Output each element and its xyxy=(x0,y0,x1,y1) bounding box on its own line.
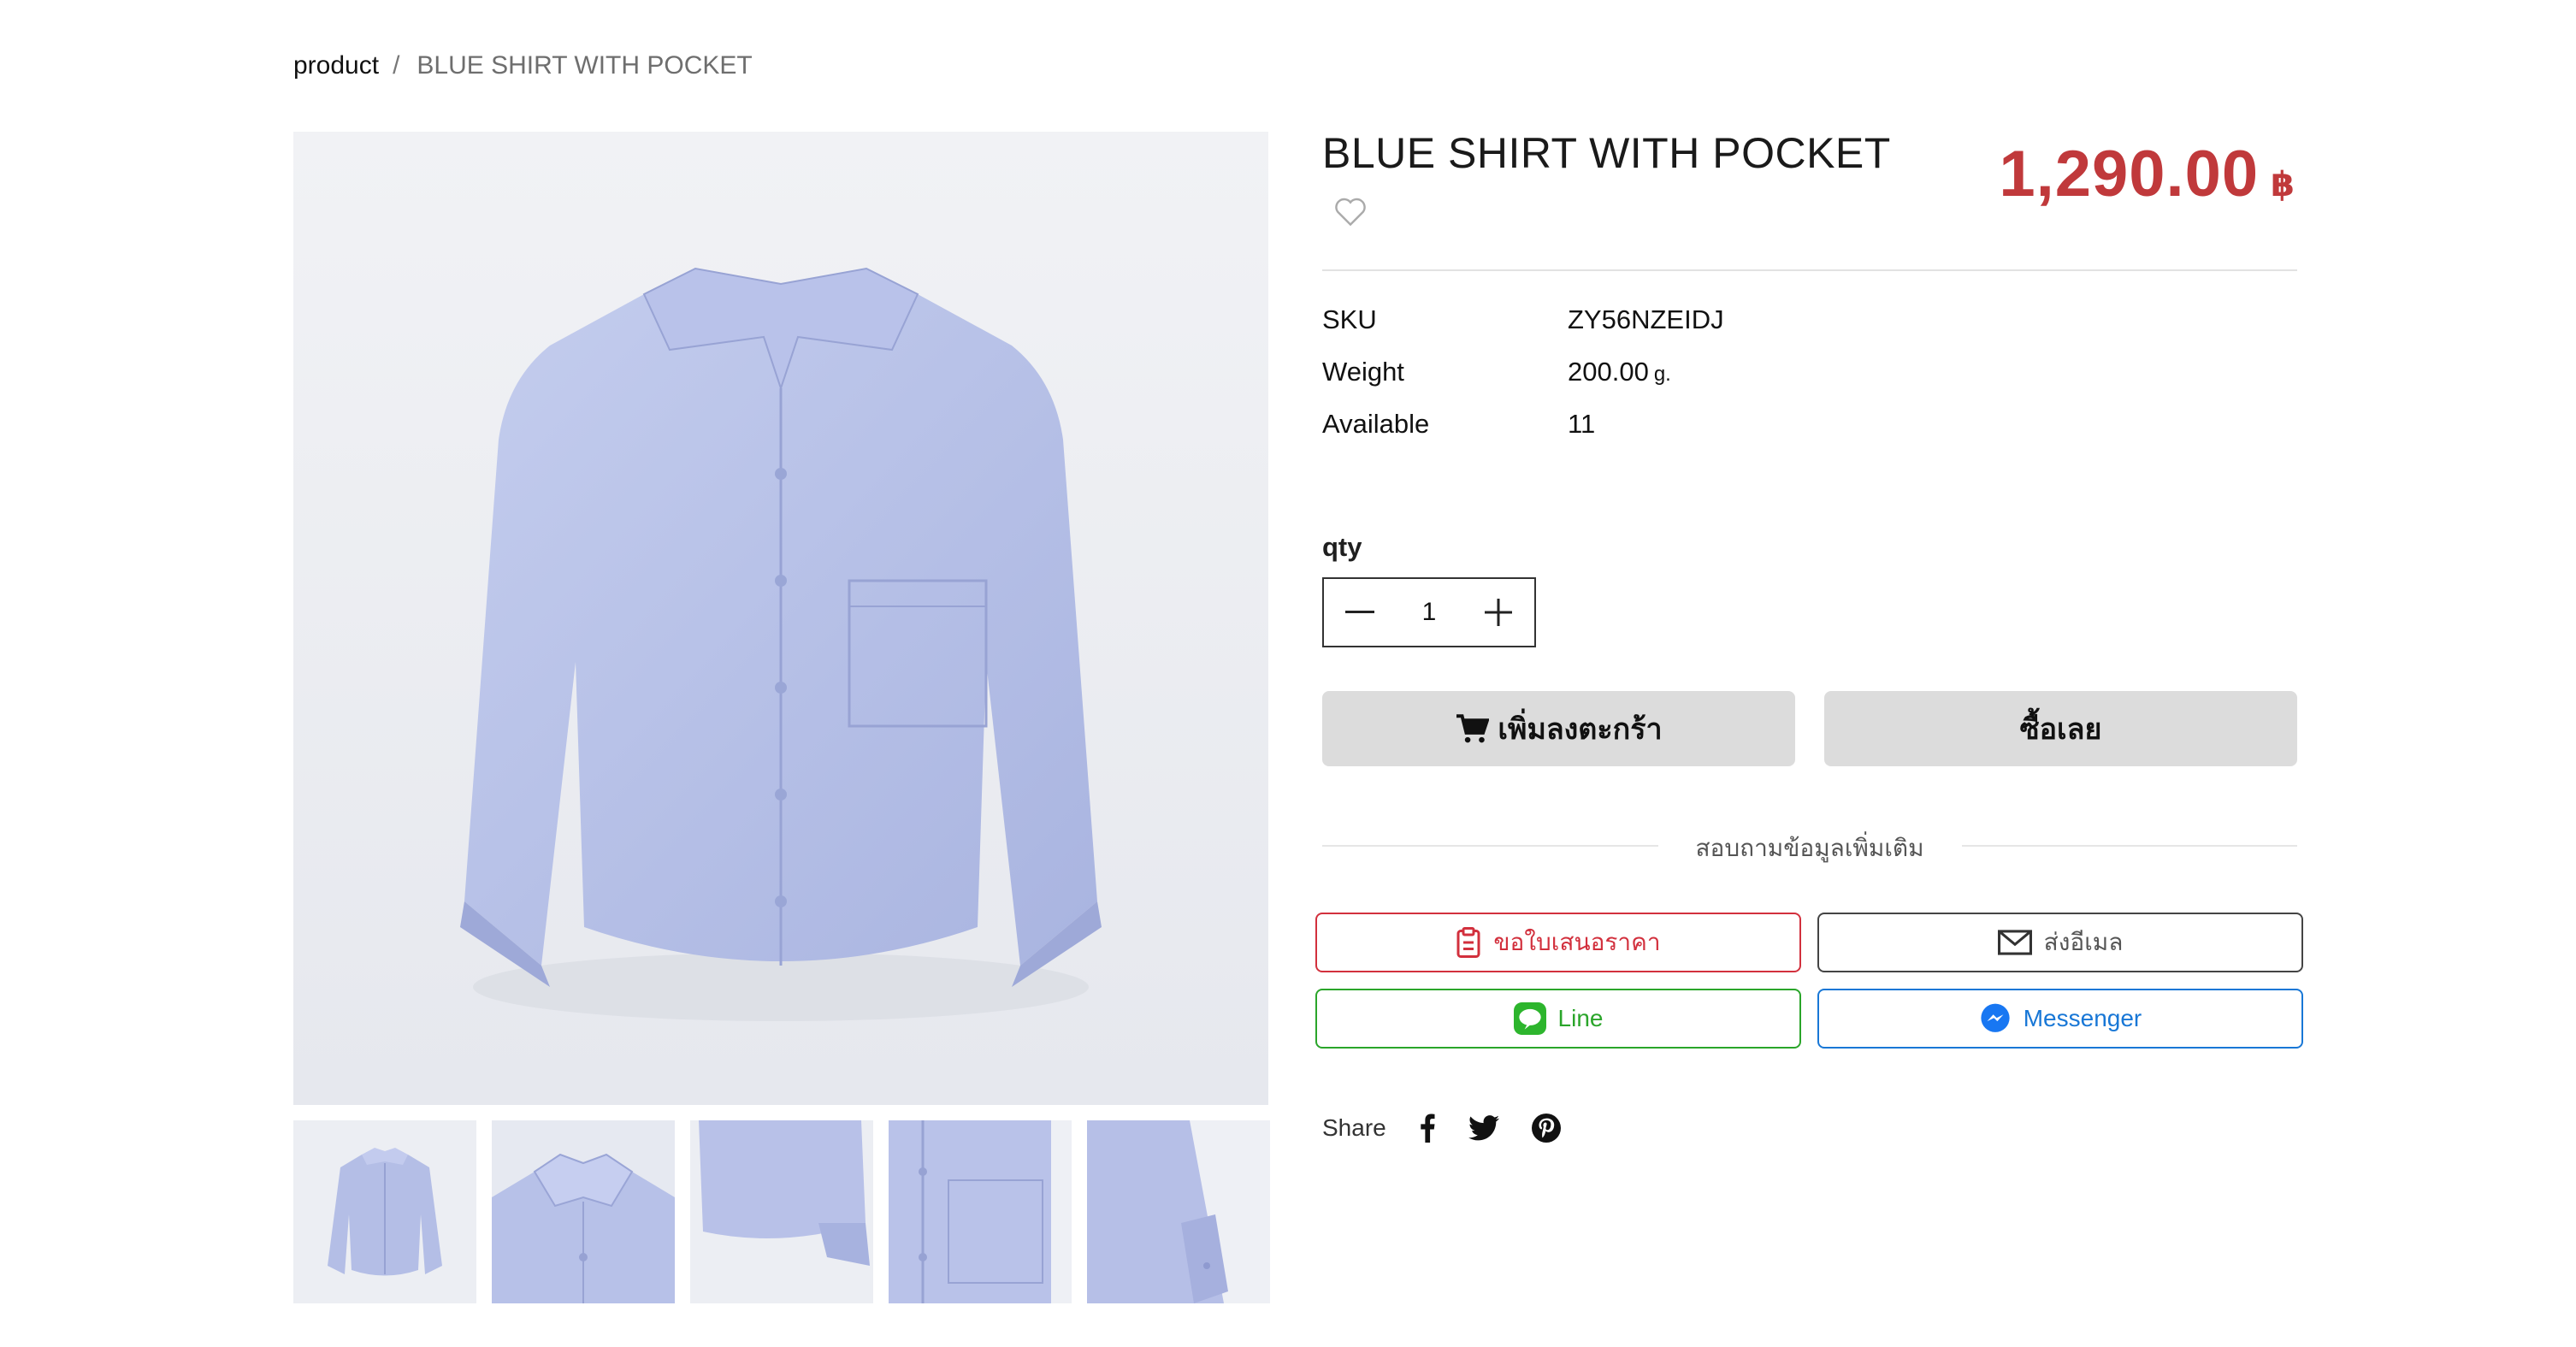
spec-row-weight: Weight 200.00 g. xyxy=(1322,357,1671,387)
mail-icon xyxy=(1997,930,2032,955)
clipboard-icon xyxy=(1456,927,1480,958)
request-quote-button[interactable]: ขอใบเสนอราคา xyxy=(1315,913,1801,972)
cart-icon xyxy=(1456,714,1490,743)
pinterest-icon[interactable] xyxy=(1531,1114,1561,1143)
product-main-image[interactable] xyxy=(293,132,1268,1105)
line-label: Line xyxy=(1557,1005,1604,1031)
thumbnail-strip xyxy=(293,1120,1270,1303)
send-email-label: ส่งอีเมล xyxy=(2043,929,2124,955)
spec-row-available: Available 11 xyxy=(1322,409,1595,440)
facebook-icon[interactable] xyxy=(1419,1114,1436,1143)
product-price: 1,290.00 ฿ xyxy=(1999,137,2295,211)
thumbnail-2[interactable] xyxy=(492,1120,675,1303)
messenger-icon xyxy=(1981,1003,2010,1032)
product-title: BLUE SHIRT WITH POCKET xyxy=(1322,129,1891,177)
thumbnail-4[interactable] xyxy=(889,1120,1072,1303)
qty-label: qty xyxy=(1322,532,1362,562)
spec-value: 200.00 xyxy=(1568,357,1649,387)
line-button[interactable]: Line xyxy=(1315,989,1801,1049)
spec-label: SKU xyxy=(1322,304,1377,334)
spec-value: ZY56NZEIDJ xyxy=(1568,304,1724,334)
thumbnail-5[interactable] xyxy=(1087,1120,1270,1303)
share-label: Share xyxy=(1322,1114,1386,1141)
quantity-stepper xyxy=(1322,577,1536,647)
divider xyxy=(1322,269,2297,271)
thumbnail-3[interactable] xyxy=(690,1120,873,1303)
request-quote-label: ขอใบเสนอราคา xyxy=(1493,929,1661,955)
breadcrumb-current: BLUE SHIRT WITH POCKET xyxy=(417,51,753,80)
spec-label: Available xyxy=(1322,409,1430,439)
quantity-input[interactable] xyxy=(1402,597,1456,628)
share-bar: Share xyxy=(1322,1114,1561,1143)
minus-icon[interactable] xyxy=(1324,579,1396,646)
breadcrumb-separator: / xyxy=(393,51,400,80)
thumbnail-1[interactable] xyxy=(293,1120,476,1303)
plus-icon[interactable] xyxy=(1462,579,1534,646)
spec-label: Weight xyxy=(1322,357,1404,387)
buy-now-button[interactable]: ซื้อเลย xyxy=(1824,691,2297,766)
price-value: 1,290.00 xyxy=(1999,138,2260,210)
add-to-cart-button[interactable]: เพิ่มลงตะกร้า xyxy=(1322,691,1795,766)
inquiry-heading: สอบถามข้อมูลเพิ่มเติม xyxy=(1695,835,1924,861)
spec-unit: g. xyxy=(1653,363,1671,386)
heart-icon[interactable] xyxy=(1332,195,1368,227)
messenger-button[interactable]: Messenger xyxy=(1817,989,2303,1049)
breadcrumb-link-product[interactable]: product xyxy=(293,51,379,80)
line-icon xyxy=(1513,1002,1546,1035)
send-email-button[interactable]: ส่งอีเมล xyxy=(1817,913,2303,972)
twitter-icon[interactable] xyxy=(1468,1115,1499,1141)
buy-now-label: ซื้อเลย xyxy=(2019,713,2102,746)
spec-row-sku: SKU ZY56NZEIDJ xyxy=(1322,304,1724,335)
messenger-label: Messenger xyxy=(2023,1005,2142,1031)
add-to-cart-label: เพิ่มลงตะกร้า xyxy=(1498,713,1663,746)
spec-value: 11 xyxy=(1568,409,1596,439)
price-currency: ฿ xyxy=(2271,166,2295,204)
breadcrumb: product / BLUE SHIRT WITH POCKET xyxy=(293,51,753,80)
